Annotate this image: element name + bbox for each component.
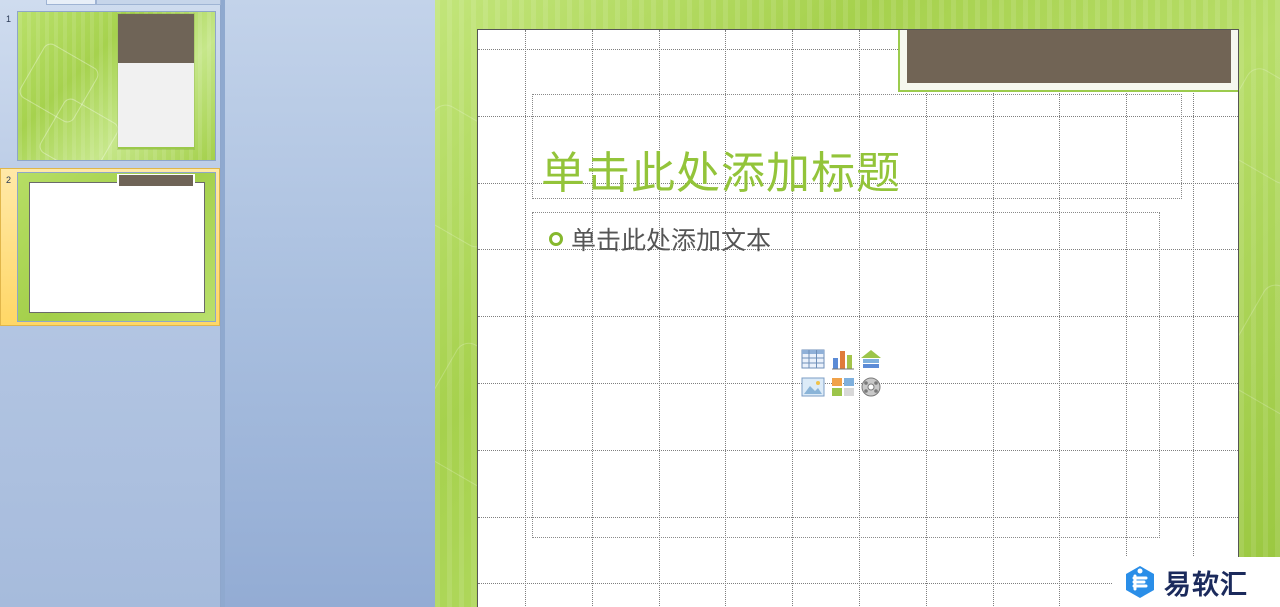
guide-line-vertical	[525, 30, 526, 607]
chart-icon[interactable]	[831, 348, 855, 370]
watermark-text: 易软汇	[1164, 569, 1248, 601]
content-placeholder[interactable]: 单击此处添加文本	[532, 212, 1160, 538]
powerpoint-window: 1 2 单击此处添加标题 单击此处添加文本 易软汇	[0, 0, 1280, 607]
current-slide[interactable]: 单击此处添加标题 单击此处添加文本	[435, 0, 1280, 607]
clipart-icon[interactable]	[831, 376, 855, 398]
guide-line-vertical	[1193, 30, 1194, 607]
slide-number-1: 1	[6, 14, 12, 24]
thumbnail-tab-block	[119, 175, 193, 186]
slide-thumbnail-pane[interactable]: 1 2	[0, 0, 221, 607]
content-placeholder-text: 单击此处添加文本	[571, 226, 772, 255]
table-icon[interactable]	[801, 348, 825, 370]
slide-thumbnail-1[interactable]	[17, 11, 216, 161]
slide-thumbnail-2[interactable]	[17, 172, 216, 322]
tab-outline[interactable]	[96, 0, 221, 5]
media-icon[interactable]	[859, 376, 883, 398]
slide-number-2: 2	[6, 175, 12, 185]
top-tab-block	[907, 30, 1231, 83]
smartart-icon[interactable]	[859, 348, 883, 370]
top-tab-frame	[898, 30, 1238, 92]
title-placeholder-text: 单击此处添加标题	[541, 148, 901, 199]
thumbnail-title-panel	[118, 14, 194, 149]
slide-content-card: 单击此处添加标题 单击此处添加文本	[477, 29, 1239, 607]
title-placeholder[interactable]: 单击此处添加标题	[532, 94, 1182, 199]
pane-tabs	[0, 0, 221, 5]
picture-icon[interactable]	[801, 376, 825, 398]
thumbnail-title-block	[118, 14, 194, 63]
thumbnail-content-area	[29, 182, 205, 313]
logo-hexagon-icon	[1126, 566, 1154, 598]
insert-content-icons	[801, 348, 891, 406]
bullet-icon	[549, 232, 563, 246]
watermark-logo: 易软汇	[1112, 557, 1280, 607]
tab-slides[interactable]	[46, 0, 96, 5]
